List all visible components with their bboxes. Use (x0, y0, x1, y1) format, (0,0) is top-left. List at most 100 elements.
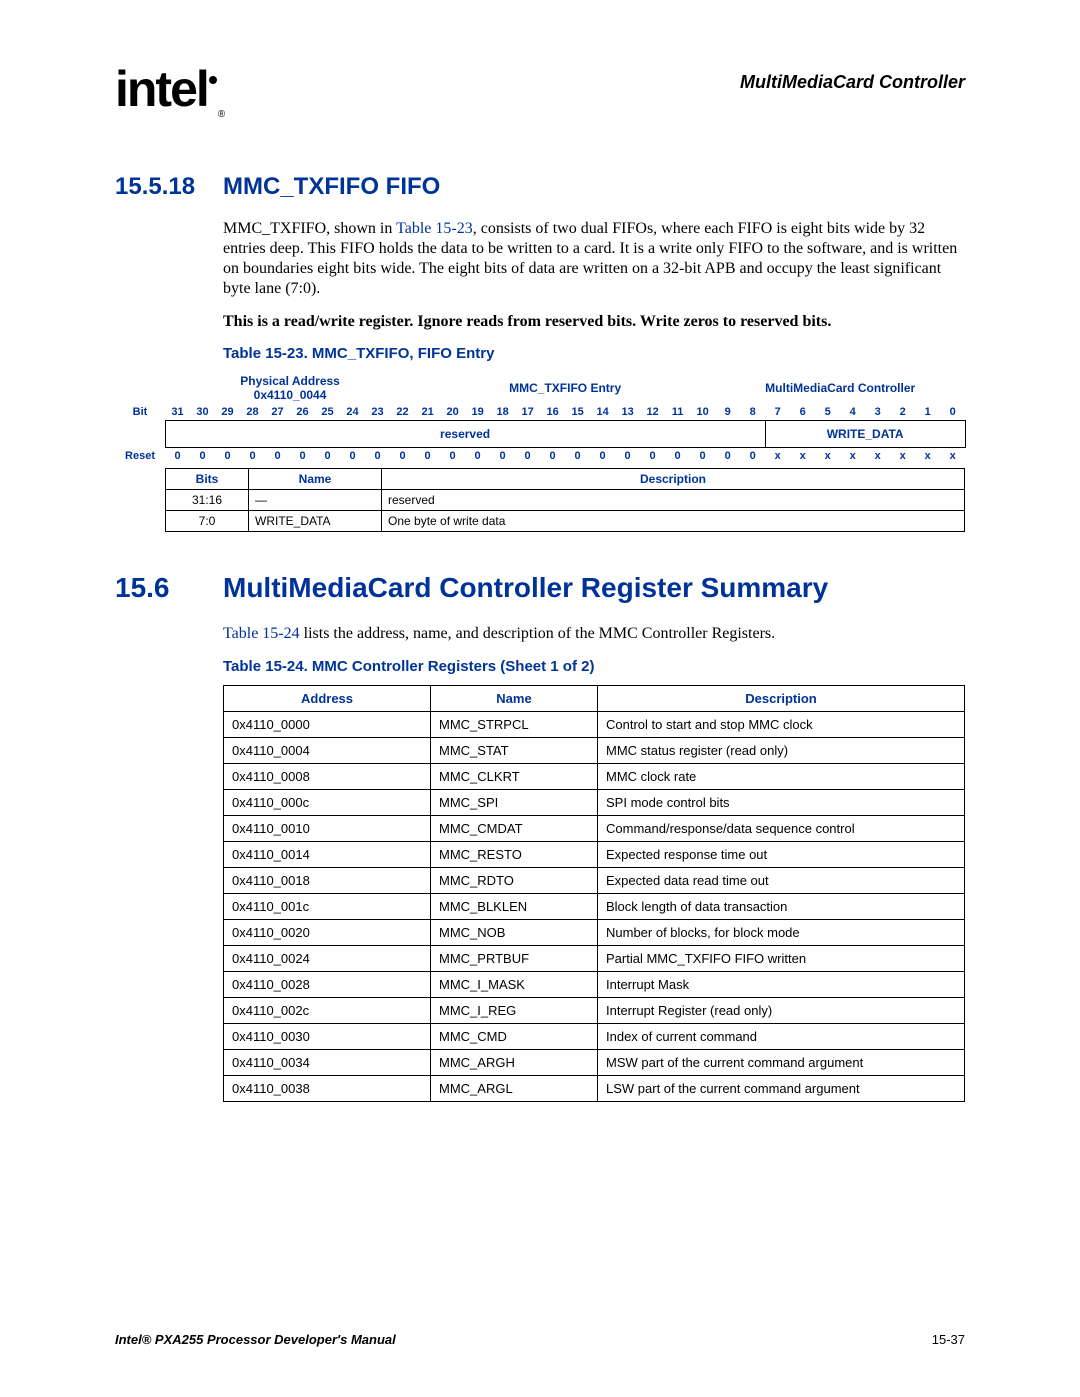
cell-address: 0x4110_0014 (224, 842, 431, 868)
cell-address: 0x4110_0038 (224, 1076, 431, 1102)
table-row: 0x4110_001cMMC_BLKLENBlock length of dat… (224, 894, 965, 920)
bit-number: 6 (790, 404, 815, 421)
reset-value: 0 (415, 448, 440, 465)
chapter-title: MultiMediaCard Controller (740, 72, 965, 93)
bit-number: 13 (615, 404, 640, 421)
reset-value: 0 (740, 448, 765, 465)
reset-value: x (815, 448, 840, 465)
reset-value: 0 (540, 448, 565, 465)
bit-number: 24 (340, 404, 365, 421)
reset-value: 0 (165, 448, 190, 465)
bit-number: 25 (315, 404, 340, 421)
table-ref-link[interactable]: Table 15-23 (396, 220, 473, 237)
paragraph: Table 15-24 lists the address, name, and… (223, 624, 965, 644)
bit-number: 30 (190, 404, 215, 421)
bit-number: 8 (740, 404, 765, 421)
footer-manual-title: Intel® PXA255 Processor Developer's Manu… (115, 1332, 396, 1347)
cell-name: MMC_I_REG (431, 998, 598, 1024)
bit-number: 14 (590, 404, 615, 421)
cell-name: MMC_I_MASK (431, 972, 598, 998)
table-row: 0x4110_0024MMC_PRTBUFPartial MMC_TXFIFO … (224, 946, 965, 972)
table-row: 0x4110_002cMMC_I_REGInterrupt Register (… (224, 998, 965, 1024)
bit-number: 28 (240, 404, 265, 421)
reset-value: x (765, 448, 790, 465)
col-name: Name (249, 469, 382, 490)
reset-value: 0 (565, 448, 590, 465)
reset-value: 0 (615, 448, 640, 465)
paragraph: MMC_TXFIFO, shown in Table 15-23, consis… (223, 219, 965, 299)
reset-value: 0 (440, 448, 465, 465)
cell-name: MMC_CLKRT (431, 764, 598, 790)
table-ref-link[interactable]: Table 15-24 (223, 625, 300, 642)
reset-value: 0 (390, 448, 415, 465)
heading-text: MMC_TXFIFO FIFO (223, 173, 440, 200)
cell-name: MMC_NOB (431, 920, 598, 946)
heading-15-6: 15.6MultiMediaCard Controller Register S… (115, 572, 965, 604)
reset-value: 0 (290, 448, 315, 465)
cell-name: MMC_ARGL (431, 1076, 598, 1102)
page-footer: Intel® PXA255 Processor Developer's Manu… (115, 1332, 965, 1347)
cell-name: WRITE_DATA (249, 511, 382, 532)
cell-desc: SPI mode control bits (598, 790, 965, 816)
page-header: intel® MultiMediaCard Controller (115, 60, 965, 118)
footer-page-number: 15-37 (932, 1332, 965, 1347)
table-15-24-caption: Table 15-24. MMC Controller Registers (S… (223, 658, 965, 675)
table-row: 0x4110_000cMMC_SPISPI mode control bits (224, 790, 965, 816)
bit-number: 22 (390, 404, 415, 421)
reset-value: 0 (715, 448, 740, 465)
reset-row-label: Reset (115, 448, 165, 465)
heading-text: MultiMediaCard Controller Register Summa… (223, 572, 828, 603)
heading-number: 15.5.18 (115, 173, 223, 201)
bit-number: 23 (365, 404, 390, 421)
cell-name: MMC_RESTO (431, 842, 598, 868)
reset-value: x (915, 448, 940, 465)
reset-value: 0 (690, 448, 715, 465)
cell-name: MMC_STAT (431, 738, 598, 764)
register-entry-name: MMC_TXFIFO Entry (415, 372, 715, 404)
cell-address: 0x4110_0004 (224, 738, 431, 764)
intel-logo: intel® (115, 60, 221, 118)
bit-number: 29 (215, 404, 240, 421)
cell-address: 0x4110_0010 (224, 816, 431, 842)
table-row: 0x4110_0004MMC_STATMMC status register (… (224, 738, 965, 764)
bit-row-label: Bit (115, 404, 165, 421)
reset-value: 0 (365, 448, 390, 465)
bit-number: 16 (540, 404, 565, 421)
reset-value: 0 (515, 448, 540, 465)
cell-address: 0x4110_0030 (224, 1024, 431, 1050)
cell-desc: Control to start and stop MMC clock (598, 712, 965, 738)
register-diagram: Physical Address 0x4110_0044 MMC_TXFIFO … (115, 372, 965, 532)
table-row: 7:0WRITE_DATAOne byte of write data (166, 511, 965, 532)
heading-15-5-18: 15.5.18MMC_TXFIFO FIFO (115, 173, 965, 201)
cell-name: MMC_BLKLEN (431, 894, 598, 920)
bit-number: 3 (865, 404, 890, 421)
cell-desc: Interrupt Mask (598, 972, 965, 998)
reset-value: 0 (240, 448, 265, 465)
table-row: 0x4110_0008MMC_CLKRTMMC clock rate (224, 764, 965, 790)
table-row: 0x4110_0018MMC_RDTOExpected data read ti… (224, 868, 965, 894)
cell-bits: 7:0 (166, 511, 249, 532)
cell-desc: Block length of data transaction (598, 894, 965, 920)
cell-address: 0x4110_001c (224, 894, 431, 920)
bit-number: 7 (765, 404, 790, 421)
cell-address: 0x4110_000c (224, 790, 431, 816)
cell-name: MMC_STRPCL (431, 712, 598, 738)
table-15-23-caption: Table 15-23. MMC_TXFIFO, FIFO Entry (223, 345, 965, 362)
bit-number: 15 (565, 404, 590, 421)
reset-value: 0 (315, 448, 340, 465)
cell-desc: LSW part of the current command argument (598, 1076, 965, 1102)
heading-number: 15.6 (115, 572, 223, 604)
cell-address: 0x4110_0028 (224, 972, 431, 998)
reset-value: 0 (590, 448, 615, 465)
cell-address: 0x4110_002c (224, 998, 431, 1024)
table-row: 0x4110_0010MMC_CMDATCommand/response/dat… (224, 816, 965, 842)
reset-value: 0 (665, 448, 690, 465)
reset-value: 0 (215, 448, 240, 465)
field-reserved: reserved (165, 421, 765, 448)
bit-number: 18 (490, 404, 515, 421)
col-description: Description (382, 469, 965, 490)
bit-number: 26 (290, 404, 315, 421)
cell-desc: reserved (382, 490, 965, 511)
bit-number: 17 (515, 404, 540, 421)
table-row: 31:16—reserved (166, 490, 965, 511)
